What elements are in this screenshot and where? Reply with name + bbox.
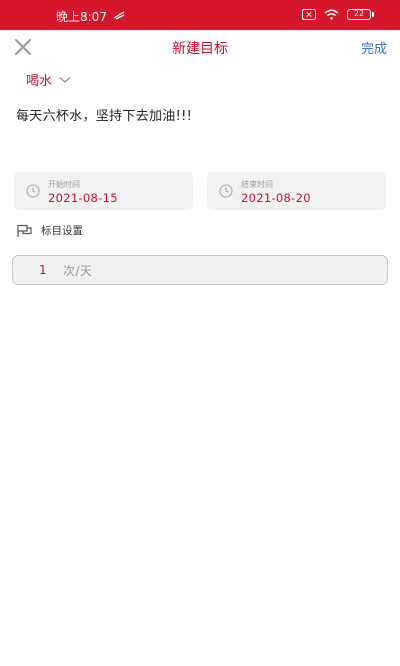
page-title: 新建目标 [172, 41, 228, 57]
frequency-input[interactable]: 1 次/天 [12, 255, 388, 285]
start-date-picker[interactable]: 开始时间 2021-08-15 [14, 172, 193, 210]
battery-level: 22 [347, 9, 371, 20]
goal-settings-label: 标目设置 [41, 225, 83, 237]
status-bar: 晚上8:07 22 [0, 0, 400, 30]
battery-cap [372, 12, 374, 17]
wifi-icon [324, 9, 339, 20]
end-date-picker[interactable]: 结束时间 2021-08-20 [207, 172, 386, 210]
battery-icon: 22 [347, 9, 374, 20]
goal-text-input[interactable]: 每天六杯水，坚持下去加油!!! [16, 105, 384, 124]
clock-icon [219, 184, 233, 198]
chevron-down-icon [59, 76, 71, 83]
category-label: 喝水 [26, 74, 53, 89]
status-time: 晚上8:07 [56, 10, 107, 24]
flag-icon [17, 224, 32, 237]
start-date-value: 2021-08-15 [48, 191, 118, 205]
status-icons: 22 [302, 9, 374, 20]
nav-bar: 新建目标 完成 [0, 30, 400, 62]
frequency-unit: 次/天 [63, 263, 93, 278]
done-button[interactable]: 完成 [361, 38, 387, 57]
end-date-value: 2021-08-20 [241, 191, 311, 205]
signal-icon [113, 11, 125, 20]
frequency-value[interactable]: 1 [39, 263, 59, 277]
start-date-caption: 开始时间 [48, 180, 80, 189]
category-selector[interactable]: 喝水 [26, 70, 71, 89]
clock-icon [26, 184, 40, 198]
end-date-caption: 结束时间 [241, 180, 273, 189]
no-sim-icon [302, 9, 316, 20]
goal-settings-header: 标目设置 [16, 223, 83, 238]
